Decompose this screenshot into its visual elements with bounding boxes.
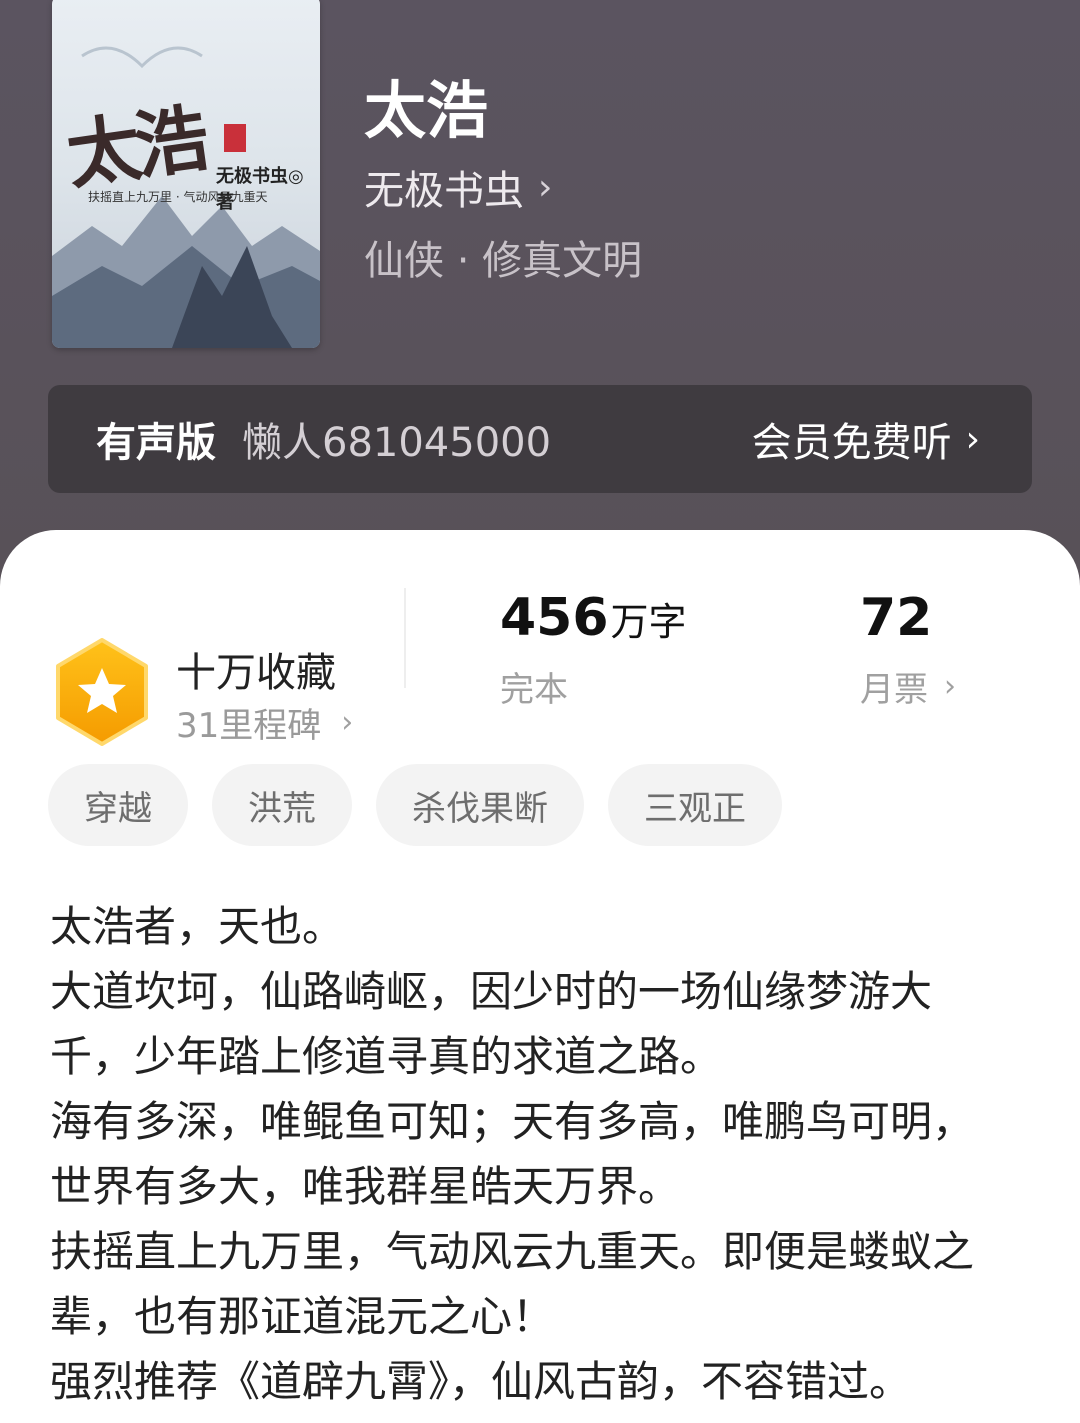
description-paragraph: 太浩者，天也。 xyxy=(50,902,345,951)
tag-chip[interactable]: 穿越 xyxy=(48,764,188,846)
book-title: 太浩 xyxy=(364,74,489,147)
chevron-right-icon: › xyxy=(944,669,956,704)
book-status: 完本 xyxy=(500,670,568,710)
cover-seal xyxy=(224,124,246,152)
book-description: 太浩者，天也。 大道坎坷，仙路崎岖，因少时的一场仙缘梦游大千，少年踏上修道寻真的… xyxy=(50,894,1010,1414)
tag-chip[interactable]: 三观正 xyxy=(608,764,782,846)
author-link[interactable]: 无极书虫 › xyxy=(364,158,552,216)
audio-narrator: 懒人681045000 xyxy=(242,420,552,466)
cover-title: 太浩 xyxy=(61,95,209,200)
book-info-sheet: 十万收藏 31里程碑 › 456万字 完本 72 月票 › 穿越 洪荒 杀伐果断… xyxy=(0,530,1080,1423)
description-paragraph: 大道坎坷，仙路崎岖，因少时的一场仙缘梦游大千，少年踏上修道寻真的求道之路。 xyxy=(50,967,933,1081)
member-free-listen-button[interactable]: 会员免费听 › xyxy=(752,410,980,468)
tag-chip[interactable]: 洪荒 xyxy=(212,764,352,846)
word-count: 456万字 xyxy=(500,588,687,648)
collection-title: 十万收藏 xyxy=(176,650,336,696)
description-paragraph: 扶摇直上九万里，气动风云九重天。即便是蝼蚁之辈，也有那证道混元之心！ xyxy=(50,1227,975,1341)
book-cover[interactable]: 太浩 无极书虫◎著 扶摇直上九万里 · 气动风云九重天 xyxy=(52,0,320,348)
star-badge-icon[interactable] xyxy=(52,638,152,746)
monthly-votes-count: 72 xyxy=(860,588,933,648)
milestone-label: 31里程碑 xyxy=(176,706,322,746)
book-genre: 仙侠 · 修真文明 xyxy=(364,238,643,284)
chevron-right-icon: › xyxy=(538,166,553,208)
book-header: 太浩 无极书虫◎著 扶摇直上九万里 · 气动风云九重天 太浩 无极书虫 › 仙侠… xyxy=(0,0,1080,560)
description-paragraph: 强烈推荐《道辟九霄》，仙风古韵，不容错过。 xyxy=(50,1357,912,1406)
audio-version-bar[interactable]: 有声版 懒人681045000 会员免费听 › xyxy=(48,385,1032,493)
chevron-right-icon: › xyxy=(965,418,980,460)
audio-label: 有声版 xyxy=(96,420,216,466)
milestone-link[interactable]: 31里程碑 › xyxy=(176,698,353,747)
monthly-votes-link[interactable]: 月票 › xyxy=(860,662,956,711)
chevron-right-icon: › xyxy=(341,705,354,740)
tag-chip[interactable]: 杀伐果断 xyxy=(376,764,584,846)
monthly-votes-label: 月票 xyxy=(860,670,928,710)
tag-list: 穿越 洪荒 杀伐果断 三观正 xyxy=(48,764,782,846)
author-name: 无极书虫 xyxy=(364,168,524,214)
stats-divider xyxy=(404,588,406,688)
word-count-value: 456 xyxy=(500,588,609,648)
cover-slogan: 扶摇直上九万里 · 气动风云九重天 xyxy=(88,190,268,204)
member-free-listen-label: 会员免费听 xyxy=(751,420,952,466)
description-paragraph: 海有多深，唯鲲鱼可知；天有多高，唯鹏鸟可明，世界有多大，唯我群星皓天万界。 xyxy=(50,1097,975,1211)
word-count-unit: 万字 xyxy=(610,600,687,644)
